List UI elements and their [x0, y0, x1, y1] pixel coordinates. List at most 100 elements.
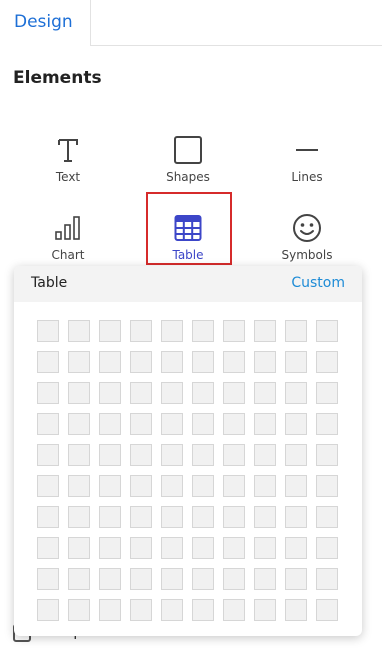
table-size-cell[interactable] [316, 506, 338, 528]
table-size-cell[interactable] [192, 382, 214, 404]
table-size-cell[interactable] [37, 320, 59, 342]
table-size-cell[interactable] [223, 506, 245, 528]
table-size-cell[interactable] [68, 413, 90, 435]
table-size-cell[interactable] [254, 444, 276, 466]
table-size-cell[interactable] [285, 475, 307, 497]
table-size-cell[interactable] [130, 444, 152, 466]
table-size-cell[interactable] [285, 382, 307, 404]
table-size-cell[interactable] [285, 568, 307, 590]
table-size-cell[interactable] [130, 413, 152, 435]
element-lines[interactable]: Lines [262, 134, 352, 186]
table-size-cell[interactable] [223, 444, 245, 466]
custom-table-link[interactable]: Custom [291, 275, 345, 291]
table-size-cell[interactable] [68, 506, 90, 528]
table-size-cell[interactable] [192, 568, 214, 590]
table-size-cell[interactable] [68, 382, 90, 404]
table-size-cell[interactable] [161, 444, 183, 466]
table-size-cell[interactable] [130, 537, 152, 559]
table-size-cell[interactable] [37, 568, 59, 590]
table-size-cell[interactable] [130, 568, 152, 590]
table-size-cell[interactable] [223, 568, 245, 590]
table-size-cell[interactable] [99, 568, 121, 590]
table-size-cell[interactable] [285, 413, 307, 435]
table-size-cell[interactable] [223, 413, 245, 435]
table-size-cell[interactable] [99, 475, 121, 497]
table-size-cell[interactable] [316, 382, 338, 404]
table-size-cell[interactable] [99, 351, 121, 373]
element-chart[interactable]: Chart [23, 212, 113, 264]
table-size-cell[interactable] [161, 506, 183, 528]
table-size-cell[interactable] [130, 599, 152, 621]
table-size-cell[interactable] [99, 599, 121, 621]
table-size-cell[interactable] [68, 320, 90, 342]
table-size-cell[interactable] [316, 444, 338, 466]
table-size-cell[interactable] [37, 444, 59, 466]
table-size-cell[interactable] [316, 599, 338, 621]
table-size-cell[interactable] [316, 413, 338, 435]
table-size-cell[interactable] [99, 413, 121, 435]
table-size-cell[interactable] [130, 320, 152, 342]
table-size-cell[interactable] [285, 351, 307, 373]
table-size-cell[interactable] [37, 475, 59, 497]
table-size-cell[interactable] [192, 506, 214, 528]
table-size-cell[interactable] [254, 382, 276, 404]
table-size-cell[interactable] [192, 599, 214, 621]
tab-design[interactable]: Design [0, 0, 91, 46]
table-size-cell[interactable] [316, 537, 338, 559]
element-shapes[interactable]: Shapes [143, 134, 233, 186]
table-size-cell[interactable] [68, 568, 90, 590]
table-size-cell[interactable] [192, 320, 214, 342]
table-size-cell[interactable] [192, 351, 214, 373]
element-table[interactable]: Table [143, 212, 233, 264]
table-size-cell[interactable] [68, 475, 90, 497]
table-size-cell[interactable] [130, 351, 152, 373]
table-size-cell[interactable] [316, 351, 338, 373]
table-size-cell[interactable] [192, 475, 214, 497]
table-size-cell[interactable] [130, 475, 152, 497]
table-size-cell[interactable] [285, 444, 307, 466]
table-size-cell[interactable] [285, 506, 307, 528]
table-size-cell[interactable] [161, 568, 183, 590]
table-size-cell[interactable] [37, 599, 59, 621]
table-size-cell[interactable] [37, 382, 59, 404]
table-size-cell[interactable] [99, 537, 121, 559]
table-size-cell[interactable] [192, 537, 214, 559]
table-size-cell[interactable] [223, 475, 245, 497]
table-size-cell[interactable] [223, 320, 245, 342]
table-size-cell[interactable] [161, 320, 183, 342]
table-size-cell[interactable] [254, 413, 276, 435]
table-size-cell[interactable] [99, 444, 121, 466]
table-size-cell[interactable] [161, 599, 183, 621]
table-size-cell[interactable] [37, 351, 59, 373]
table-size-cell[interactable] [68, 444, 90, 466]
table-size-cell[interactable] [316, 320, 338, 342]
table-size-cell[interactable] [37, 506, 59, 528]
table-size-cell[interactable] [130, 506, 152, 528]
table-size-cell[interactable] [37, 413, 59, 435]
element-symbols[interactable]: Symbols [262, 212, 352, 264]
table-size-cell[interactable] [192, 413, 214, 435]
table-size-cell[interactable] [161, 413, 183, 435]
table-size-cell[interactable] [223, 537, 245, 559]
table-size-cell[interactable] [285, 599, 307, 621]
table-size-cell[interactable] [161, 537, 183, 559]
table-size-cell[interactable] [316, 475, 338, 497]
table-size-cell[interactable] [285, 320, 307, 342]
table-size-cell[interactable] [37, 537, 59, 559]
table-size-cell[interactable] [254, 599, 276, 621]
table-size-cell[interactable] [99, 320, 121, 342]
table-size-cell[interactable] [192, 444, 214, 466]
table-size-cell[interactable] [254, 537, 276, 559]
table-size-cell[interactable] [161, 382, 183, 404]
table-size-cell[interactable] [68, 351, 90, 373]
table-size-cell[interactable] [254, 320, 276, 342]
table-size-cell[interactable] [68, 537, 90, 559]
table-size-cell[interactable] [254, 351, 276, 373]
table-size-cell[interactable] [223, 351, 245, 373]
table-size-cell[interactable] [161, 475, 183, 497]
table-size-cell[interactable] [254, 568, 276, 590]
table-size-cell[interactable] [99, 382, 121, 404]
table-size-cell[interactable] [130, 382, 152, 404]
table-size-cell[interactable] [223, 382, 245, 404]
table-size-cell[interactable] [99, 506, 121, 528]
